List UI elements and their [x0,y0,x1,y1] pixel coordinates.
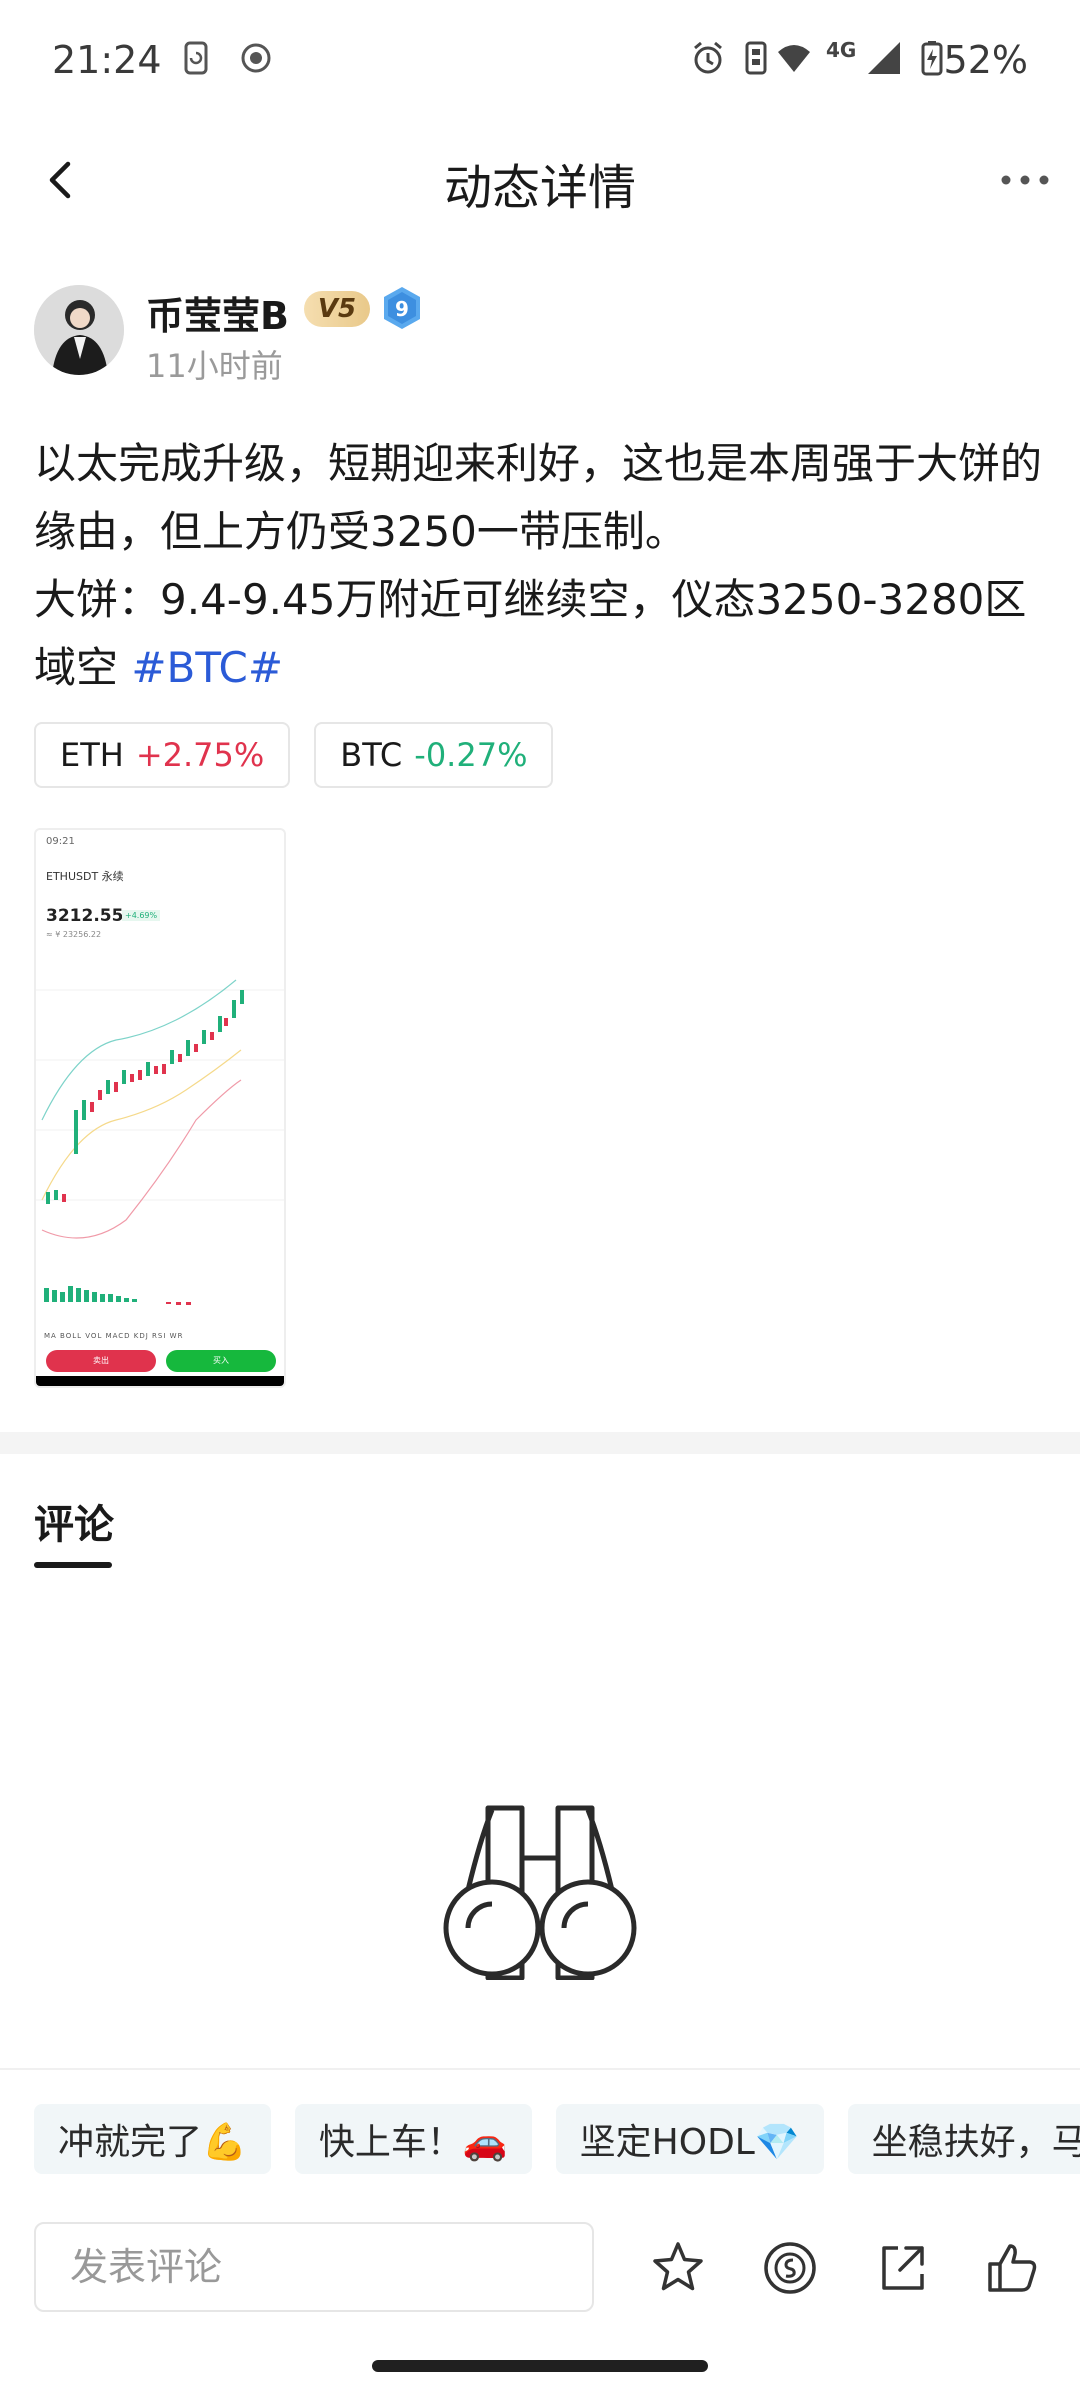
hashtag-link[interactable]: #BTC# [131,643,283,692]
comment-input[interactable]: 发表评论 [34,2222,594,2312]
quick-reply-divider [0,2068,1080,2070]
author-row[interactable]: 币莹莹B V5 9 11小时前 [34,285,1034,385]
tab-comments[interactable]: 评论 [34,1492,114,1550]
coin-name: BTC [340,736,403,774]
quick-reply-chip[interactable]: 快上车！🚗 [294,2104,532,2174]
post-body: 以太完成升级，短期迎来利好，这也是本周强于大饼的缘由，但上方仍受3250一带压制… [34,430,1044,702]
page-title: 动态详情 [443,160,636,216]
battery-percentage: 52% [943,38,1028,82]
more-dots-icon[interactable] [990,148,1060,212]
quick-reply-chip[interactable]: 坚定HODL💎 [555,2104,824,2174]
thumb-nav-strip [36,1376,284,1386]
author-name[interactable]: 币莹莹B [146,285,289,340]
coin-tags: ETH +2.75% BTC -0.27% [34,722,554,788]
coin-chip-eth[interactable]: ETH +2.75% [34,722,291,788]
thumb-pair: ETHUSDT 永续 [46,870,124,883]
alarm-icon [694,41,722,74]
coin-change: +2.75% [135,736,265,774]
avatar[interactable] [34,285,124,375]
thumb-fiat: ≈ ¥ 23256.22 [46,930,102,939]
thumb-buy-button: 买入 [166,1350,276,1372]
tab-underline [34,1562,112,1568]
vip-badge: V5 [304,291,370,327]
thumb-indicator-tabs: MA BOLL VOL MACD KDJ RSI WR [44,1332,184,1340]
status-bar: 21:24 4G 52% [0,0,1080,120]
thumb-price: 3212.55 [46,906,124,926]
thumb-macd-bars [44,1286,191,1305]
record-icon [241,43,271,73]
quick-reply-chip[interactable]: 坐稳扶好，马 [847,2104,1080,2174]
coin-tip-icon[interactable] [760,2238,820,2298]
thumb-sell-button: 卖出 [46,1350,156,1372]
coin-name: ETH [60,736,124,774]
phone-sync-icon [184,41,208,75]
post-paragraph-1: 以太完成升级，短期迎来利好，这也是本周强于大饼的缘由，但上方仍受3250一带压制… [34,439,1043,556]
network-type: 4G [826,38,857,62]
share-icon[interactable] [872,2238,932,2298]
post-image-thumbnail[interactable]: 09:21 ETHUSDT 永续 3212.55 +4.69% ≈ ¥ 2325… [34,828,286,1388]
post-time: 11小时前 [146,347,283,385]
avatar-image [34,285,124,375]
wifi-icon [778,45,810,72]
thumb-candle-chart [36,979,284,1239]
star-icon[interactable] [648,2238,708,2298]
level-number: 9 [395,297,409,321]
top-nav-bar: 动态详情 [0,120,1080,238]
binoculars-icon [443,1805,637,1980]
thumb-status-time: 09:21 [46,836,75,847]
quick-reply-row: 冲就完了💪 快上车！🚗 坚定HODL💎 坐稳扶好，马 [34,2104,1080,2174]
coin-change: -0.27% [414,736,528,774]
signal-icon [868,42,900,74]
coin-chip-btc[interactable]: BTC -0.27% [314,722,554,788]
post-paragraph-2: 大饼：9.4-9.45万附近可继续空，仪态3250-3280区域空 #BTC# [34,566,1044,702]
home-indicator [372,2360,708,2372]
quick-reply-chip[interactable]: 冲就完了💪 [34,2104,271,2174]
status-time: 21:24 [52,38,162,82]
like-icon[interactable] [982,2238,1042,2298]
thumb-change: +4.69% [122,910,161,921]
vibrate-icon [745,41,767,75]
section-divider [0,1432,1080,1454]
level-badge-icon: 9 [384,287,420,329]
